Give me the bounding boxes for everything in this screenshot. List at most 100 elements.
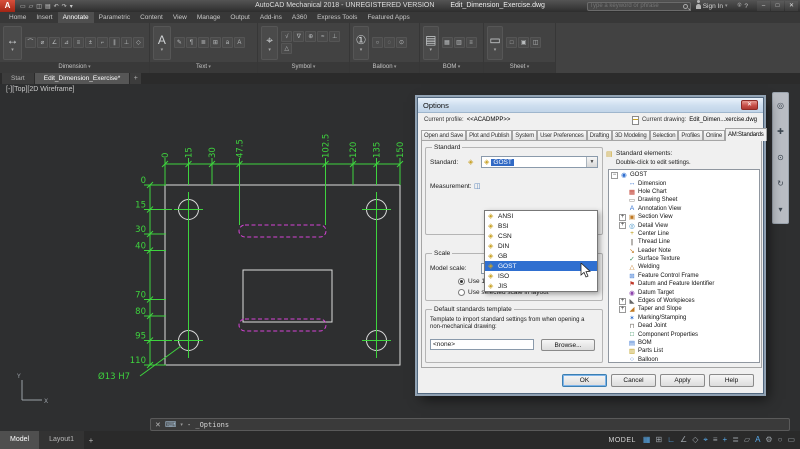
tree-item[interactable]: ↘ Leader Note xyxy=(609,247,759,255)
text-button[interactable]: A xyxy=(153,26,171,60)
file-tab[interactable]: Start xyxy=(2,73,34,84)
new-layout-button[interactable]: + xyxy=(84,436,98,445)
command-menu-icon[interactable]: ▾ xyxy=(180,422,183,428)
ribbon-button-icon[interactable]: ▥ xyxy=(454,37,465,48)
tree-item[interactable]: ↔ Dimension xyxy=(609,179,759,187)
dialog-button[interactable]: OK xyxy=(562,374,607,387)
ribbon-button-icon[interactable]: ⊥ xyxy=(121,37,132,48)
tree-item[interactable]: △ Welding xyxy=(609,263,759,271)
command-close-icon[interactable]: ✕ xyxy=(155,421,161,429)
tree-item[interactable]: ∥ Thread Line xyxy=(609,238,759,246)
ribbon-button-icon[interactable]: ≣ xyxy=(198,37,209,48)
redo-icon[interactable]: ↷ xyxy=(62,3,67,10)
tree-item[interactable]: A Annotation View xyxy=(609,205,759,213)
dialog-button[interactable]: Apply xyxy=(660,374,705,387)
search-input[interactable] xyxy=(590,3,681,9)
lineweight-icon[interactable]: ≣ xyxy=(732,431,739,449)
ribbon-tab[interactable]: Home xyxy=(4,12,31,23)
standard-combobox[interactable]: ◈ GOST ▼ xyxy=(481,156,598,168)
sheet-button[interactable]: ▭ xyxy=(487,26,503,60)
ribbon-button-icon[interactable]: △ xyxy=(281,43,292,54)
search-icon[interactable] xyxy=(683,4,688,9)
tree-item[interactable]: + ◢ Taper and Slope xyxy=(609,305,759,313)
dialog-tab[interactable]: AM:Standards xyxy=(725,128,767,141)
minimize-button[interactable]: – xyxy=(757,1,770,11)
layout-tab[interactable]: Model xyxy=(0,431,39,449)
annotation-scale-icon[interactable]: A xyxy=(755,431,760,449)
standard-option[interactable]: ◈ DIN xyxy=(485,241,597,251)
ribbon-button-icon[interactable]: ≈ xyxy=(317,31,328,42)
workspace-gear-icon[interactable]: ⚙ xyxy=(765,431,772,449)
ribbon-tab[interactable]: View xyxy=(168,12,192,23)
expand-icon[interactable]: + xyxy=(619,306,626,313)
tree-item[interactable]: □ Component Properties xyxy=(609,330,759,338)
ribbon-button-icon[interactable]: ≡ xyxy=(73,37,84,48)
ribbon-button-icon[interactable]: ∥ xyxy=(109,37,120,48)
a360-icon[interactable]: ⌾ xyxy=(737,2,741,10)
panel-label-balloon[interactable]: Balloon xyxy=(350,62,419,73)
plot-icon[interactable]: ▤ xyxy=(45,3,51,10)
osnap-icon[interactable]: ⌖ xyxy=(703,431,708,449)
sign-in-button[interactable]: Sign In ▾ xyxy=(696,3,728,10)
ribbon-tab[interactable]: Parametric xyxy=(94,12,135,23)
collapse-icon[interactable]: − xyxy=(611,172,618,179)
otrack-icon[interactable]: ≡ xyxy=(713,431,718,449)
tree-item[interactable]: ○ Balloon xyxy=(609,356,759,363)
ribbon-button-icon[interactable]: ⌐ xyxy=(97,37,108,48)
ribbon-button-icon[interactable]: ± xyxy=(85,37,96,48)
ribbon-button-icon[interactable]: ⊙ xyxy=(396,37,407,48)
maximize-button[interactable]: □ xyxy=(771,1,784,11)
panel-label-symbol[interactable]: Symbol xyxy=(258,62,349,73)
panel-label-dimension[interactable]: Dimension xyxy=(0,62,149,73)
tree-item[interactable]: ▤ BOM xyxy=(609,339,759,347)
dialog-close-button[interactable]: ✕ xyxy=(741,100,758,110)
ribbon-tab[interactable]: Output xyxy=(225,12,255,23)
snap-icon[interactable]: ⊞ xyxy=(655,431,662,449)
ribbon-tab[interactable]: Add-ins xyxy=(255,12,287,23)
ribbon-button-icon[interactable]: ⊥ xyxy=(329,31,340,42)
ribbon-tab[interactable]: Express Tools xyxy=(312,12,362,23)
tree-item[interactable]: ✶ Marking/Stamping xyxy=(609,314,759,322)
expand-icon[interactable]: + xyxy=(619,222,626,229)
tree-item[interactable]: ⚑ Datum and Feature Identifier xyxy=(609,280,759,288)
ribbon-button-icon[interactable]: ✎ xyxy=(174,37,185,48)
dialog-title-bar[interactable]: Options ✕ xyxy=(418,98,763,113)
combo-arrow-icon[interactable]: ▼ xyxy=(586,157,597,167)
layout-tab[interactable]: Layout1 xyxy=(39,431,84,449)
panel-label-sheet[interactable]: Sheet xyxy=(484,62,555,73)
tree-item[interactable]: + Center Line xyxy=(609,230,759,238)
transparency-icon[interactable]: ▱ xyxy=(744,431,750,449)
browse-button[interactable]: Browse... xyxy=(541,339,595,351)
help-search-field[interactable] xyxy=(587,2,691,11)
tree-item[interactable]: ◉ Datum Target xyxy=(609,288,759,296)
close-button[interactable]: ✕ xyxy=(785,1,798,11)
tree-item[interactable]: ▭ Drawing Sheet xyxy=(609,196,759,204)
clean-screen-icon[interactable]: ▭ xyxy=(787,431,795,449)
panel-label-text[interactable]: Text xyxy=(150,62,257,73)
navbar-more-icon[interactable]: ▾ xyxy=(778,205,782,215)
command-keyboard-icon[interactable]: ⌨ xyxy=(165,420,177,429)
ribbon-button-icon[interactable]: √ xyxy=(281,31,292,42)
tree-item[interactable]: ▥ Parts List xyxy=(609,347,759,355)
ribbon-button-icon[interactable]: ≡ xyxy=(466,37,477,48)
command-line[interactable]: ✕ ⌨ ▾ - _Options xyxy=(150,418,790,431)
polar-icon[interactable]: ∠ xyxy=(680,431,687,449)
ribbon-button-icon[interactable]: ¶ xyxy=(186,37,197,48)
standard-elements-tree[interactable]: − ◉ GOST ↔ Dimension ▦ Hole Chart xyxy=(608,169,760,363)
panel-label-bom[interactable]: BOM xyxy=(420,62,483,73)
standard-option[interactable]: ◈ ANSI xyxy=(485,211,597,221)
isolate-objects-icon[interactable]: ○ xyxy=(778,431,783,449)
new-file-icon[interactable]: ▭ xyxy=(20,3,26,10)
grid-icon[interactable]: ▦ xyxy=(643,431,651,449)
navigation-wheel-icon[interactable]: ◎ xyxy=(777,101,784,111)
ribbon-tab[interactable]: Manage xyxy=(192,12,226,23)
standard-option[interactable]: ◈ GB xyxy=(485,251,597,261)
tree-item[interactable]: ✓ Surface Texture xyxy=(609,255,759,263)
template-field[interactable]: <none> xyxy=(430,339,534,350)
zoom-icon[interactable]: ⊙ xyxy=(777,153,784,163)
ribbon-button-icon[interactable]: ◫ xyxy=(530,37,541,48)
standard-option[interactable]: ◈ CSN xyxy=(485,231,597,241)
file-tab[interactable]: Edit_Dimension_Exercise* xyxy=(35,73,130,84)
help-icon[interactable]: ? xyxy=(744,3,748,10)
ribbon-tab[interactable]: Annotate xyxy=(58,12,94,23)
